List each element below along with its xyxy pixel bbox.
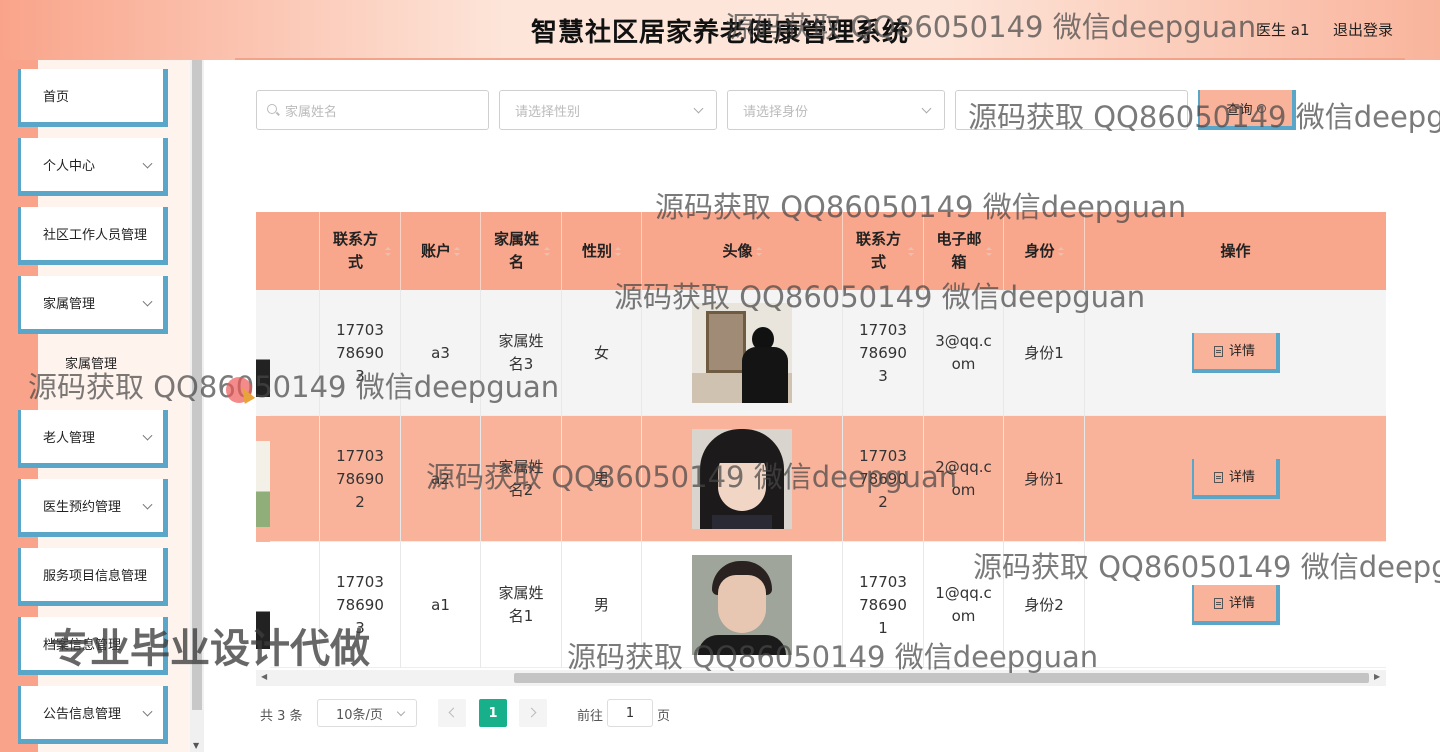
sidebar-item-family[interactable]: 家属管理 [18,276,168,334]
sidebar-item-services[interactable]: 服务项目信息管理 [18,548,168,606]
table-row: 17703786903 a1 家属姓名1 男 17703786901 1@qq.… [256,542,1386,668]
page-suffix: 页 [657,709,671,724]
column-header[interactable]: 联系方式 [843,212,924,290]
column-header[interactable]: 家属姓名 [481,212,562,290]
extra-input[interactable] [955,90,1188,130]
top-header: 智慧社区居家养老健康管理系统 医生 a1 退出登录 [0,0,1440,60]
sort-icon[interactable] [907,246,914,256]
sort-icon[interactable] [755,246,762,256]
sort-icon[interactable] [1057,246,1064,256]
sort-icon[interactable] [986,246,992,256]
sidebar-subitem-family[interactable]: 家属管理 [50,342,168,382]
scroll-right-arrow-icon[interactable]: ▶ [1374,672,1380,681]
sidebar-item-label: 家属管理 [43,297,96,312]
avatar [692,303,792,403]
chevron-down-icon [142,706,153,717]
sidebar-item-home[interactable]: 首页 [18,69,168,127]
chevron-down-icon [921,103,932,114]
chevron-down-icon [142,296,153,307]
table-header: 联系方式 账户 家属姓名 性别 头像 联系方式 电子邮箱 身份 操作 [256,212,1386,290]
sidebar-item-notices[interactable]: 公告信息管理 [18,686,168,744]
goto-page-input[interactable]: 1 [607,699,653,727]
page-number-button[interactable]: 1 [479,699,507,727]
sidebar-item-label: 公告信息管理 [43,707,122,722]
family-table: 联系方式 账户 家属姓名 性别 头像 联系方式 电子邮箱 身份 操作 17703… [256,212,1386,670]
table-row: 17703786903 a3 家属姓名3 女 17703786903 3@qq.… [256,290,1386,416]
sort-icon[interactable] [384,246,391,256]
sidebar-item-label: 医生预约管理 [43,500,122,515]
sidebar-item-label: 个人中心 [43,159,96,174]
query-button[interactable]: 查询 [1198,90,1296,130]
sidebar-item-label: 服务项目信息管理 [43,569,148,584]
table-row: 17703786902 a2 家属姓名2 男 17703786902 2@qq.… [256,416,1386,542]
column-header[interactable]: 性别 [562,212,642,290]
sidebar-item-label: 社区工作人员管理 [43,228,148,243]
column-header[interactable]: 身份 [1004,212,1085,290]
sidebar-item-profile[interactable]: 个人中心 [18,138,168,196]
current-user: 医生 a1 [1256,21,1310,39]
sort-icon[interactable] [454,246,460,256]
scroll-down-arrow-icon[interactable]: ▼ [193,741,199,750]
chevron-down-icon [142,430,153,441]
document-icon [1213,471,1223,483]
document-icon [1213,345,1223,357]
column-header[interactable]: 头像 [642,212,843,290]
column-header[interactable]: 账户 [401,212,481,290]
next-page-button[interactable] [519,699,547,727]
page-size-select[interactable]: 10条/页 [317,699,417,727]
sort-icon[interactable] [615,246,621,256]
watermark-promo: 专业毕业设计代做 [50,626,370,672]
avatar [692,429,792,529]
column-header: 操作 [1220,241,1251,260]
sidebar-item-label: 首页 [43,90,70,105]
logout-link[interactable]: 退出登录 [1333,19,1393,40]
goto-label: 前往 [577,709,604,724]
detail-button[interactable]: 详情 [1191,333,1280,373]
sidebar-item-staff[interactable]: 社区工作人员管理 [18,207,168,265]
sidebar-item-doctor-booking[interactable]: 医生预约管理 [18,479,168,537]
column-header[interactable]: 电子邮箱 [924,212,1004,290]
app-title: 智慧社区居家养老健康管理系统 [530,18,909,48]
search-icon [267,104,277,114]
sidebar-item-label: 老人管理 [43,431,96,446]
column-header[interactable]: 联系方式 [320,212,401,290]
table-scrollbar-thumb[interactable] [514,673,1369,683]
chevron-down-icon [396,707,406,717]
search-icon [1256,103,1266,113]
sort-icon[interactable] [543,246,550,256]
prev-page-button[interactable] [438,699,466,727]
identity-select[interactable]: 请选择身份 [727,90,945,130]
sidebar-scrollbar-thumb[interactable] [192,60,202,710]
chevron-down-icon [693,103,704,114]
sidebar-item-elderly[interactable]: 老人管理 [18,410,168,468]
pagination-total: 共 3 条 [260,709,303,724]
document-icon [1213,597,1223,609]
avatar [692,555,792,655]
chevron-down-icon [142,499,153,510]
chevron-down-icon [142,158,153,169]
search-name-input[interactable]: 家属姓名 [256,90,489,130]
detail-button[interactable]: 详情 [1191,585,1280,625]
gender-select[interactable]: 请选择性别 [499,90,717,130]
detail-button[interactable]: 详情 [1191,459,1280,499]
